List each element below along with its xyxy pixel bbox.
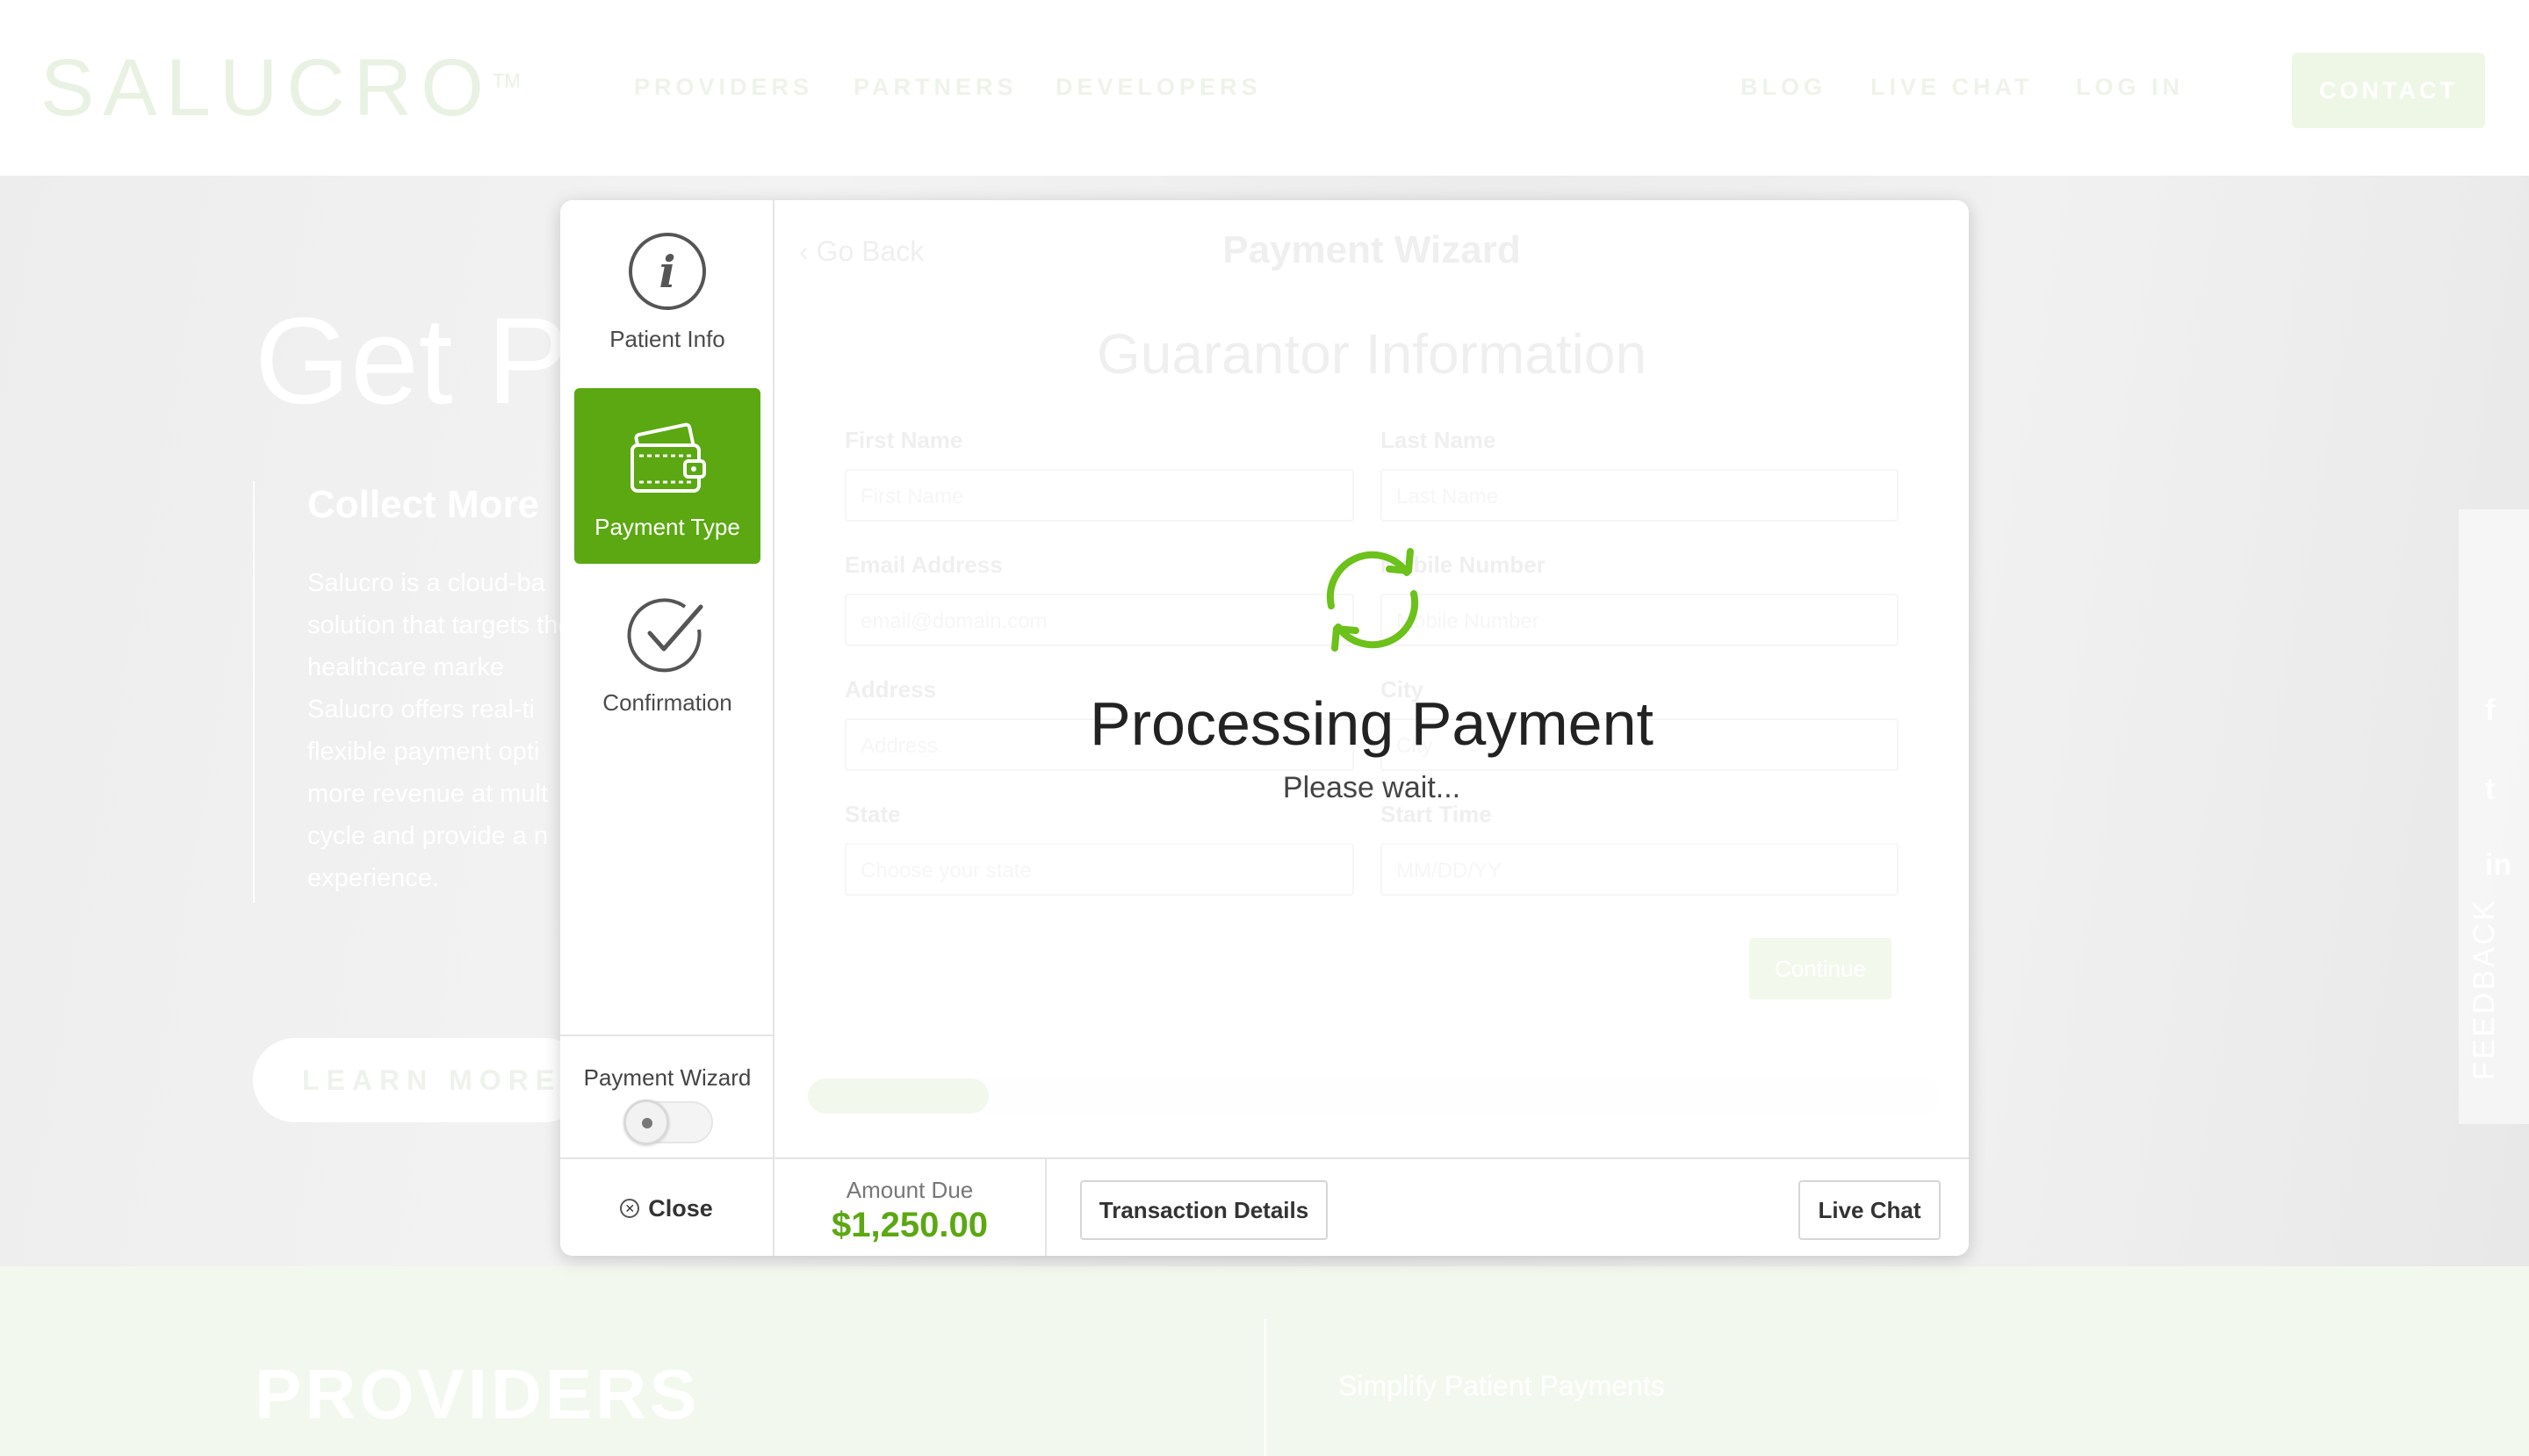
wizard-main-panel: ‹ Go Back Payment Wizard Guarantor Infor…: [775, 200, 1969, 1157]
contact-button[interactable]: CONTACT: [2292, 53, 2485, 128]
start-time-field[interactable]: MM/DD/YY: [1380, 843, 1899, 896]
twitter-icon[interactable]: t: [2485, 773, 2495, 807]
progress-fill: [808, 1078, 990, 1114]
toggle-knob: [623, 1099, 669, 1145]
transaction-details-button[interactable]: Transaction Details: [1080, 1180, 1328, 1240]
providers-divider: [1264, 1319, 1266, 1456]
continue-button[interactable]: Continue: [1749, 938, 1891, 999]
nav-developers[interactable]: DEVELOPERS: [1056, 74, 1262, 101]
first-name-field[interactable]: First Name: [845, 469, 1354, 522]
last-name-field[interactable]: Last Name: [1380, 469, 1899, 522]
salucro-logo[interactable]: SALUCROTM: [40, 42, 521, 134]
close-label: Close: [648, 1194, 713, 1222]
refresh-icon: [1326, 548, 1419, 652]
amount-due: Amount Due $1,250.00: [775, 1159, 1047, 1256]
providers-text: Simplify Patient Payments: [1338, 1370, 1665, 1402]
processing-subtitle: Please wait...: [1282, 771, 1461, 804]
step-label: Confirmation: [602, 689, 732, 716]
nav-partners[interactable]: PARTNERS: [854, 74, 1018, 101]
close-button[interactable]: ✕ Close: [560, 1159, 775, 1256]
wizard-title: Payment Wizard: [1222, 228, 1521, 271]
nav-providers[interactable]: PROVIDERS: [634, 74, 813, 101]
hero-divider: [253, 481, 255, 903]
last-name-label: Last Name: [1380, 427, 1496, 453]
live-chat-button[interactable]: Live Chat: [1798, 1180, 1941, 1240]
site-header: SALUCROTM PROVIDERS PARTNERS DEVELOPERS …: [0, 0, 2529, 176]
svg-text:i: i: [659, 246, 676, 298]
providers-section: PROVIDERS Simplify Patient Payments: [0, 1266, 2529, 1456]
step-confirmation[interactable]: Confirmation: [574, 564, 760, 739]
section-title: Guarantor Information: [1096, 322, 1647, 386]
email-label: Email Address: [845, 551, 1003, 578]
hero-subtitle: Collect More: [307, 483, 540, 526]
email-field[interactable]: email@domain.com: [845, 594, 1354, 646]
nav-blog[interactable]: BLOG: [1740, 74, 1826, 101]
nav-live-chat[interactable]: LIVE CHAT: [1870, 74, 2034, 101]
amount-due-label: Amount Due: [846, 1177, 974, 1203]
nav-log-in[interactable]: LOG IN: [2076, 74, 2184, 101]
wizard-sidebar: i Patient Info Payment Type Confirmation: [560, 200, 775, 1157]
facebook-icon[interactable]: f: [2485, 694, 2495, 728]
step-label: Payment Type: [594, 514, 740, 540]
amount-due-value: $1,250.00: [832, 1206, 988, 1244]
linkedin-icon[interactable]: in: [2485, 848, 2511, 883]
step-patient-info[interactable]: i Patient Info: [574, 200, 760, 376]
first-name-label: First Name: [845, 427, 963, 453]
state-select[interactable]: Choose your state: [845, 843, 1354, 896]
learn-more-button[interactable]: LEARN MORE: [253, 1038, 587, 1122]
hero-text: Salucro is a cloud-ba solution that targ…: [307, 569, 573, 892]
payment-wizard-modal: i Patient Info Payment Type Confirmation: [560, 200, 1969, 1256]
check-circle-icon: [627, 598, 703, 673]
processing-title: Processing Payment: [1090, 689, 1654, 758]
wallet-icon: [630, 422, 706, 493]
close-icon: ✕: [620, 1199, 640, 1218]
info-icon: i: [629, 233, 706, 310]
payment-wizard-toggle-label: Payment Wizard: [583, 1064, 752, 1091]
mobile-field[interactable]: Mobile Number: [1380, 594, 1899, 646]
providers-title: PROVIDERS: [255, 1355, 701, 1433]
wizard-progress-bar: [808, 1078, 1941, 1114]
feedback-tab[interactable]: FEEDBACK: [2468, 898, 2502, 1080]
wizard-footer: ✕ Close Amount Due $1,250.00 Transaction…: [560, 1157, 1969, 1256]
payment-wizard-toggle[interactable]: [623, 1099, 713, 1145]
step-label: Patient Info: [609, 326, 725, 352]
step-payment-type[interactable]: Payment Type: [574, 388, 760, 564]
sidebar-divider: [560, 1034, 775, 1036]
